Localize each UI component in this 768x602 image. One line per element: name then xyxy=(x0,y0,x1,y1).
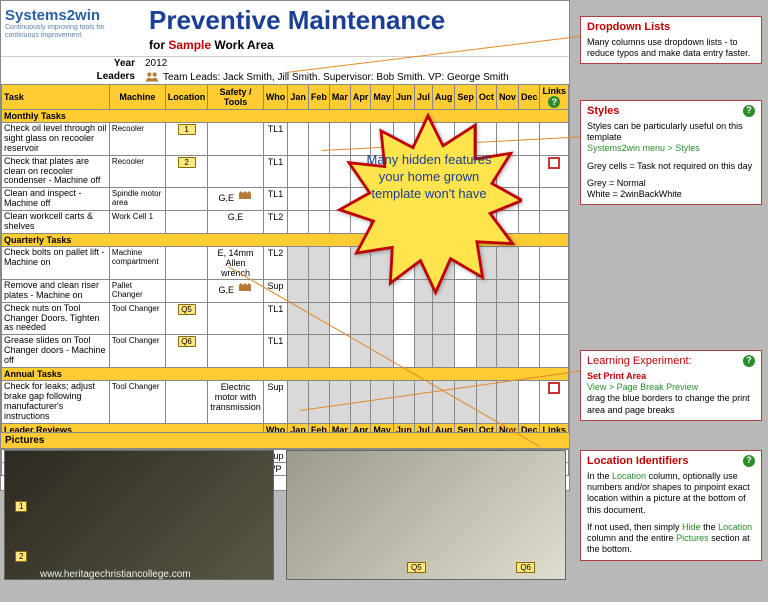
table-row[interactable]: Clean and inspect - Machine offSpindle m… xyxy=(2,188,569,211)
pdf-icon[interactable] xyxy=(548,157,560,169)
location-tag: Q6 xyxy=(516,562,535,573)
logo: Systems2win Continuously improving tools… xyxy=(1,1,141,45)
brand-name: Systems2win xyxy=(5,7,137,24)
table-row[interactable]: Check oil level through oil sight glass … xyxy=(2,123,569,156)
callout-styles: ? Styles Styles can be particularly usef… xyxy=(580,100,762,205)
hdr-who: Who xyxy=(263,85,288,110)
picture-2: Q5 Q6 xyxy=(286,450,566,580)
section-quarterly: Quarterly Tasks xyxy=(2,233,569,246)
hdr-location: Location xyxy=(165,85,208,110)
leaders-value[interactable]: Team Leads: Jack Smith, Jill Smith. Supe… xyxy=(141,70,569,84)
header-row: Task Machine Location Safety / Tools Who… xyxy=(2,85,569,110)
location-tag: Q5 xyxy=(407,562,426,573)
hdr-links: Links ? xyxy=(540,85,569,110)
hdr-task: Task xyxy=(2,85,110,110)
gloves-icon xyxy=(237,281,253,293)
location-tag: 1 xyxy=(178,124,196,135)
location-tag: Q5 xyxy=(178,304,196,315)
section-annual: Annual Tasks xyxy=(2,368,569,381)
table-row[interactable]: Check bolts on pallet lift - Machine onM… xyxy=(2,246,569,279)
pictures-header: Pictures xyxy=(0,432,570,449)
help-icon[interactable]: ? xyxy=(743,455,755,467)
table-row[interactable]: Check that plates are clean on recooler … xyxy=(2,155,569,188)
spreadsheet: Systems2win Continuously improving tools… xyxy=(0,0,570,491)
schedule-table: Task Machine Location Safety / Tools Who… xyxy=(1,84,569,476)
callout-dropdown-lists: Dropdown Lists Many columns use dropdown… xyxy=(580,16,762,64)
help-icon[interactable]: ? xyxy=(548,96,560,108)
table-row[interactable]: Grease slides on Tool Changer doors - Ma… xyxy=(2,335,569,368)
help-icon[interactable]: ? xyxy=(743,355,755,367)
location-tag: 1 xyxy=(15,501,27,512)
callout-print-area: ? Learning Experiment: Set Print Area Vi… xyxy=(580,350,762,421)
location-tag: 2 xyxy=(178,157,196,168)
picture-1: 1 2 xyxy=(4,450,274,580)
hdr-safety: Safety / Tools xyxy=(208,85,264,110)
leaders-label: Leaders xyxy=(1,70,141,84)
table-row[interactable]: Check nuts on Tool Changer Doors. Tighte… xyxy=(2,302,569,335)
watermark: www.heritagechristiancollege.com xyxy=(40,569,191,580)
hdr-machine: Machine xyxy=(109,85,165,110)
table-row[interactable]: Clean workcell carts & shelvesWork Cell … xyxy=(2,211,569,234)
location-tag: 2 xyxy=(15,551,27,562)
location-tag: Q6 xyxy=(178,336,196,347)
table-row[interactable]: Check for leaks; adjust brake gap follow… xyxy=(2,381,569,424)
gloves-icon xyxy=(237,189,253,201)
year-label: Year xyxy=(1,57,141,70)
section-monthly: Monthly Tasks xyxy=(2,110,569,123)
page-title: Preventive Maintenance xyxy=(149,5,561,36)
people-icon xyxy=(145,71,159,83)
brand-tagline: Continuously improving tools for continu… xyxy=(5,24,137,39)
help-icon[interactable]: ? xyxy=(743,105,755,117)
callout-location: ? Location Identifiers In the Location c… xyxy=(580,450,762,561)
pdf-icon[interactable] xyxy=(548,382,560,394)
